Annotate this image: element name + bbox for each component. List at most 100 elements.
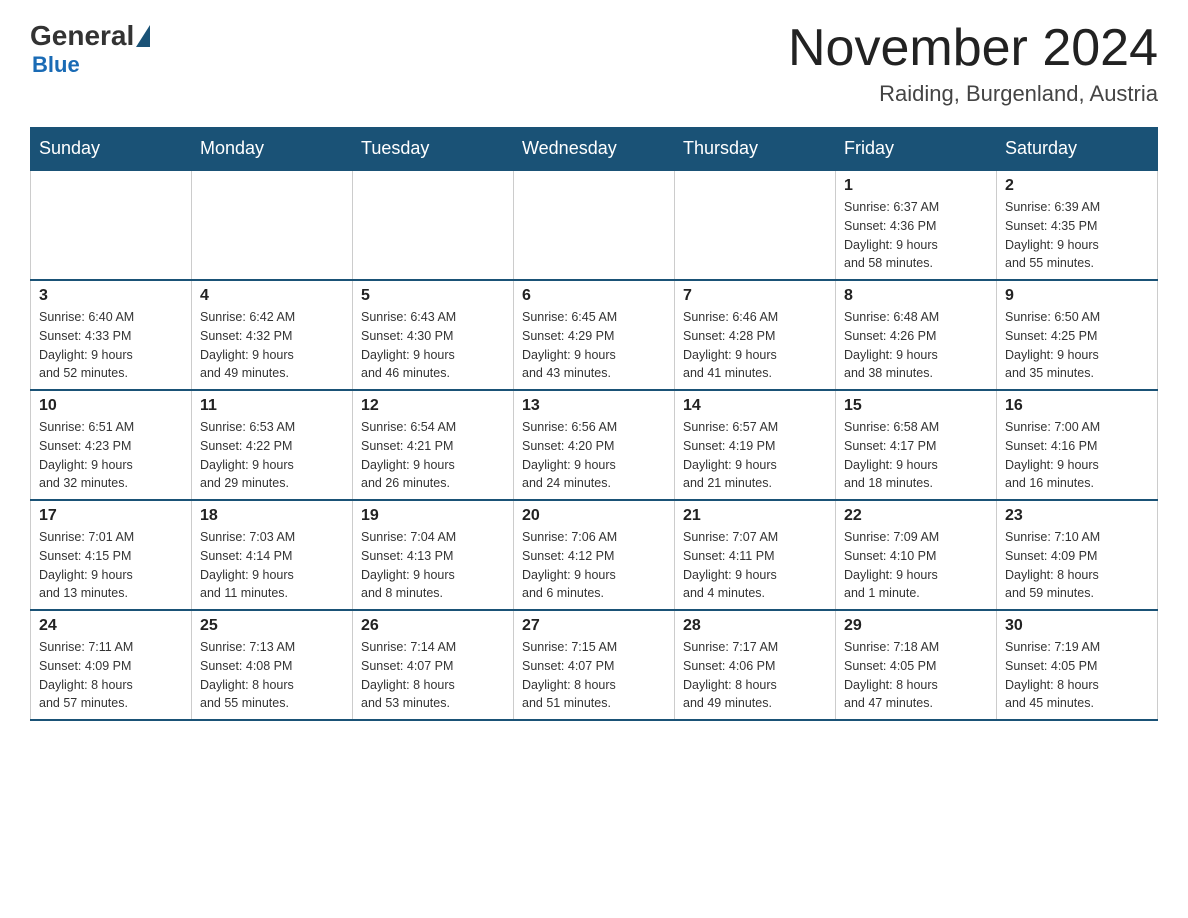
calendar-cell: 25Sunrise: 7:13 AM Sunset: 4:08 PM Dayli…	[192, 610, 353, 720]
day-number: 20	[522, 507, 666, 525]
calendar-cell: 2 Sunrise: 6:39 AM Sunset: 4:35 PM Daylig…	[997, 170, 1158, 280]
day-info: Sunrise: 6:40 AM Sunset: 4:33 PM Dayligh…	[39, 308, 183, 383]
day-number: 25	[200, 617, 344, 635]
month-title: November 2024	[788, 20, 1158, 77]
day-info: Sunrise: 7:14 AM Sunset: 4:07 PM Dayligh…	[361, 638, 505, 713]
calendar-cell: 7 Sunrise: 6:46 AM Sunset: 4:28 PM Daylig…	[675, 280, 836, 390]
day-info: Sunrise: 7:06 AM Sunset: 4:12 PM Dayligh…	[522, 528, 666, 603]
calendar-cell	[675, 170, 836, 280]
day-number: 19	[361, 507, 505, 525]
day-number: 4	[200, 287, 344, 305]
day-info: Sunrise: 7:07 AM Sunset: 4:11 PM Dayligh…	[683, 528, 827, 603]
day-info: Sunrise: 7:11 AM Sunset: 4:09 PM Dayligh…	[39, 638, 183, 713]
calendar-cell: 6 Sunrise: 6:45 AM Sunset: 4:29 PM Daylig…	[514, 280, 675, 390]
day-number: 16	[1005, 397, 1149, 415]
calendar-week-row: 1 Sunrise: 6:37 AM Sunset: 4:36 PM Daylig…	[31, 170, 1158, 280]
day-number: 6	[522, 287, 666, 305]
calendar-cell: 24Sunrise: 7:11 AM Sunset: 4:09 PM Dayli…	[31, 610, 192, 720]
day-info: Sunrise: 6:46 AM Sunset: 4:28 PM Dayligh…	[683, 308, 827, 383]
day-info: Sunrise: 7:03 AM Sunset: 4:14 PM Dayligh…	[200, 528, 344, 603]
day-info: Sunrise: 7:04 AM Sunset: 4:13 PM Dayligh…	[361, 528, 505, 603]
calendar-cell	[514, 170, 675, 280]
calendar-cell: 20 Sunrise: 7:06 AM Sunset: 4:12 PM Dayli…	[514, 500, 675, 610]
day-number: 13	[522, 397, 666, 415]
weekday-header-sunday: Sunday	[31, 128, 192, 171]
calendar-cell: 15 Sunrise: 6:58 AM Sunset: 4:17 PM Dayli…	[836, 390, 997, 500]
calendar-cell: 10 Sunrise: 6:51 AM Sunset: 4:23 PM Dayli…	[31, 390, 192, 500]
day-info: Sunrise: 7:00 AM Sunset: 4:16 PM Dayligh…	[1005, 418, 1149, 493]
day-info: Sunrise: 7:09 AM Sunset: 4:10 PM Dayligh…	[844, 528, 988, 603]
day-number: 7	[683, 287, 827, 305]
calendar-cell	[192, 170, 353, 280]
calendar-cell: 18 Sunrise: 7:03 AM Sunset: 4:14 PM Dayli…	[192, 500, 353, 610]
calendar-cell: 26 Sunrise: 7:14 AM Sunset: 4:07 PM Dayli…	[353, 610, 514, 720]
day-info: Sunrise: 6:54 AM Sunset: 4:21 PM Dayligh…	[361, 418, 505, 493]
calendar-cell: 1 Sunrise: 6:37 AM Sunset: 4:36 PM Daylig…	[836, 170, 997, 280]
day-number: 27	[522, 617, 666, 635]
day-number: 10	[39, 397, 183, 415]
calendar-cell: 29 Sunrise: 7:18 AM Sunset: 4:05 PM Dayli…	[836, 610, 997, 720]
day-number: 18	[200, 507, 344, 525]
day-info: Sunrise: 6:39 AM Sunset: 4:35 PM Dayligh…	[1005, 198, 1149, 273]
calendar-week-row: 10 Sunrise: 6:51 AM Sunset: 4:23 PM Dayli…	[31, 390, 1158, 500]
calendar-cell	[31, 170, 192, 280]
logo-triangle-icon	[136, 25, 150, 47]
calendar-cell: 3 Sunrise: 6:40 AM Sunset: 4:33 PM Daylig…	[31, 280, 192, 390]
calendar-cell: 11Sunrise: 6:53 AM Sunset: 4:22 PM Dayli…	[192, 390, 353, 500]
day-info: Sunrise: 6:51 AM Sunset: 4:23 PM Dayligh…	[39, 418, 183, 493]
calendar-cell: 13 Sunrise: 6:56 AM Sunset: 4:20 PM Dayli…	[514, 390, 675, 500]
day-number: 2	[1005, 177, 1149, 195]
weekday-header-row: SundayMondayTuesdayWednesdayThursdayFrid…	[31, 128, 1158, 171]
day-info: Sunrise: 6:57 AM Sunset: 4:19 PM Dayligh…	[683, 418, 827, 493]
calendar-cell: 14 Sunrise: 6:57 AM Sunset: 4:19 PM Dayli…	[675, 390, 836, 500]
calendar-cell: 23Sunrise: 7:10 AM Sunset: 4:09 PM Dayli…	[997, 500, 1158, 610]
calendar-cell: 9 Sunrise: 6:50 AM Sunset: 4:25 PM Daylig…	[997, 280, 1158, 390]
day-number: 9	[1005, 287, 1149, 305]
day-number: 21	[683, 507, 827, 525]
calendar-cell: 28Sunrise: 7:17 AM Sunset: 4:06 PM Dayli…	[675, 610, 836, 720]
day-info: Sunrise: 6:45 AM Sunset: 4:29 PM Dayligh…	[522, 308, 666, 383]
calendar-cell: 19 Sunrise: 7:04 AM Sunset: 4:13 PM Dayli…	[353, 500, 514, 610]
day-number: 14	[683, 397, 827, 415]
day-info: Sunrise: 7:18 AM Sunset: 4:05 PM Dayligh…	[844, 638, 988, 713]
day-number: 5	[361, 287, 505, 305]
logo-blue-text: Blue	[30, 52, 80, 77]
calendar-cell: 21 Sunrise: 7:07 AM Sunset: 4:11 PM Dayli…	[675, 500, 836, 610]
day-info: Sunrise: 6:58 AM Sunset: 4:17 PM Dayligh…	[844, 418, 988, 493]
weekday-header-saturday: Saturday	[997, 128, 1158, 171]
day-number: 26	[361, 617, 505, 635]
day-number: 28	[683, 617, 827, 635]
page-header: General Blue November 2024 Raiding, Burg…	[30, 20, 1158, 107]
day-info: Sunrise: 6:48 AM Sunset: 4:26 PM Dayligh…	[844, 308, 988, 383]
day-number: 3	[39, 287, 183, 305]
day-info: Sunrise: 7:15 AM Sunset: 4:07 PM Dayligh…	[522, 638, 666, 713]
logo-general-text: General	[30, 20, 134, 52]
day-info: Sunrise: 6:56 AM Sunset: 4:20 PM Dayligh…	[522, 418, 666, 493]
day-info: Sunrise: 6:42 AM Sunset: 4:32 PM Dayligh…	[200, 308, 344, 383]
day-number: 29	[844, 617, 988, 635]
weekday-header-tuesday: Tuesday	[353, 128, 514, 171]
calendar-cell: 12 Sunrise: 6:54 AM Sunset: 4:21 PM Dayli…	[353, 390, 514, 500]
day-number: 17	[39, 507, 183, 525]
weekday-header-friday: Friday	[836, 128, 997, 171]
calendar-cell: 30Sunrise: 7:19 AM Sunset: 4:05 PM Dayli…	[997, 610, 1158, 720]
day-number: 22	[844, 507, 988, 525]
day-info: Sunrise: 6:50 AM Sunset: 4:25 PM Dayligh…	[1005, 308, 1149, 383]
weekday-header-thursday: Thursday	[675, 128, 836, 171]
calendar-week-row: 3 Sunrise: 6:40 AM Sunset: 4:33 PM Daylig…	[31, 280, 1158, 390]
day-number: 8	[844, 287, 988, 305]
calendar-week-row: 17Sunrise: 7:01 AM Sunset: 4:15 PM Dayli…	[31, 500, 1158, 610]
day-number: 12	[361, 397, 505, 415]
logo: General Blue	[30, 20, 152, 78]
calendar-cell: 8 Sunrise: 6:48 AM Sunset: 4:26 PM Daylig…	[836, 280, 997, 390]
calendar-table: SundayMondayTuesdayWednesdayThursdayFrid…	[30, 127, 1158, 721]
calendar-cell: 22 Sunrise: 7:09 AM Sunset: 4:10 PM Dayli…	[836, 500, 997, 610]
day-number: 15	[844, 397, 988, 415]
calendar-cell	[353, 170, 514, 280]
day-number: 11	[200, 397, 344, 415]
day-number: 1	[844, 177, 988, 195]
day-info: Sunrise: 6:37 AM Sunset: 4:36 PM Dayligh…	[844, 198, 988, 273]
weekday-header-monday: Monday	[192, 128, 353, 171]
weekday-header-wednesday: Wednesday	[514, 128, 675, 171]
title-block: November 2024 Raiding, Burgenland, Austr…	[788, 20, 1158, 107]
